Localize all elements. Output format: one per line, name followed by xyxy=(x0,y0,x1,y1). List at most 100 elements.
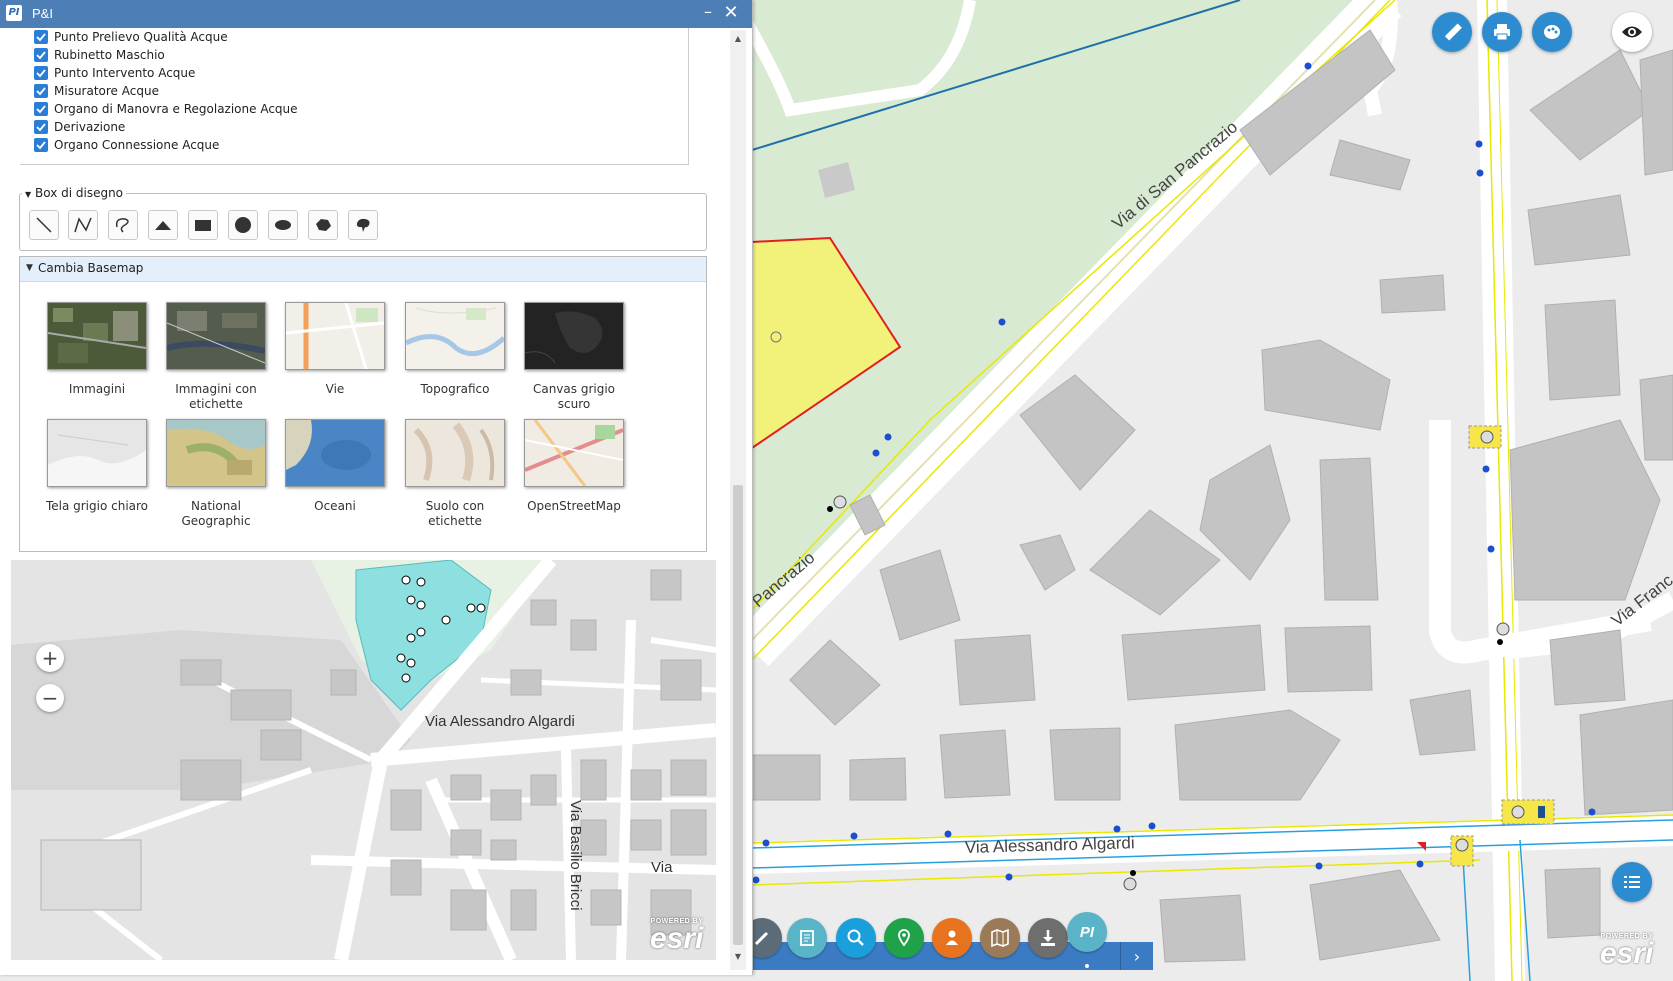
overview-street-label-bricci: Via Basilio Bricci xyxy=(567,800,584,911)
circle-tool-icon xyxy=(235,217,251,233)
layer-list-button[interactable] xyxy=(1612,862,1652,902)
dock-pi-button[interactable]: PI xyxy=(1067,912,1107,952)
basemap-item-topografico[interactable]: Topografico xyxy=(400,302,510,397)
draw-rectangle-button[interactable] xyxy=(188,210,218,240)
basemap-item-openstreetmap[interactable]: OpenStreetMap xyxy=(519,419,629,514)
basemap-label: Suolo con etichette xyxy=(425,499,485,528)
rectangle-tool-icon xyxy=(195,220,211,231)
draw-polyline-button[interactable] xyxy=(68,210,98,240)
basemap-button[interactable] xyxy=(1532,12,1572,52)
esri-logo-text: esri xyxy=(1600,937,1654,970)
basemap-thumbnail xyxy=(405,419,505,487)
dock-user-button[interactable] xyxy=(932,918,972,958)
scrollbar-thumb[interactable] xyxy=(733,485,743,945)
draw-freehand-polygon-button[interactable] xyxy=(348,210,378,240)
basemap-label: Topografico xyxy=(420,382,490,396)
pi-panel: PI P&I – ✕ Punto Prelievo Qualità Acque … xyxy=(0,0,753,975)
dock-next-button[interactable]: › xyxy=(1120,942,1153,970)
triangle-tool-icon xyxy=(155,221,171,230)
esri-attribution: POWERED BY esri xyxy=(1600,933,1654,970)
dock-identify-button[interactable] xyxy=(787,918,827,958)
draw-polygon-button[interactable] xyxy=(308,210,338,240)
basemap-label: Immagini xyxy=(68,382,126,396)
basemap-label: OpenStreetMap xyxy=(527,499,621,513)
basemap-item-canvas-scuro[interactable]: Canvas grigio scuro xyxy=(519,302,629,412)
layer-label: Misuratore Acque xyxy=(54,84,159,98)
draw-box-legend[interactable]: ▼ Box di disegno xyxy=(22,186,127,200)
caret-down-icon: ▼ xyxy=(26,263,33,273)
checkbox-checked-icon[interactable] xyxy=(34,138,48,152)
basemap-thumbnail xyxy=(285,419,385,487)
layer-row[interactable]: Punto Intervento Acque xyxy=(34,64,195,82)
dock-map-button[interactable] xyxy=(980,918,1020,958)
basemap-item-vie[interactable]: Vie xyxy=(280,302,390,397)
dock-search-button[interactable] xyxy=(836,918,876,958)
layer-row[interactable]: Rubinetto Maschio xyxy=(34,46,165,64)
polygon-tool-icon xyxy=(316,219,331,231)
location-icon xyxy=(898,929,910,947)
overview-map[interactable]: Via Alessandro Algardi Via Basilio Bricc… xyxy=(11,560,716,960)
layer-row[interactable]: Derivazione xyxy=(34,118,125,136)
basemap-item-grigio-chiaro[interactable]: Tela grigio chiaro xyxy=(42,419,152,514)
print-button[interactable] xyxy=(1482,12,1522,52)
chevron-right-icon: › xyxy=(1133,946,1141,966)
basemap-palette-icon xyxy=(1544,25,1560,39)
identify-icon xyxy=(800,930,814,946)
freehand-line-icon xyxy=(115,218,129,233)
close-icon[interactable]: ✕ xyxy=(722,3,740,23)
panel-titlebar: PI P&I – ✕ xyxy=(0,0,752,28)
layer-label: Derivazione xyxy=(54,120,126,134)
basemap-item-immagini[interactable]: Immagini xyxy=(42,302,152,397)
basemap-item-suolo[interactable]: Suolo con etichette xyxy=(400,419,510,529)
printer-icon xyxy=(1494,24,1510,41)
tools-icon xyxy=(754,931,769,946)
overview-street-label-via: Via xyxy=(651,859,673,876)
layer-row[interactable]: Organo di Manovra e Regolazione Acque xyxy=(34,100,298,118)
minimize-icon[interactable]: – xyxy=(700,4,716,22)
measure-button[interactable] xyxy=(1432,12,1472,52)
basemap-item-national-geographic[interactable]: National Geographic xyxy=(161,419,271,529)
layer-label: Punto Prelievo Qualità Acque xyxy=(54,30,228,44)
plus-icon: + xyxy=(41,646,59,670)
checkbox-checked-icon[interactable] xyxy=(34,84,48,98)
dock-download-button[interactable] xyxy=(1028,918,1068,958)
esri-logo-text: esri xyxy=(650,922,704,955)
draw-line-button[interactable] xyxy=(29,210,59,240)
layer-label: Organo Connessione Acque xyxy=(54,138,220,152)
basemap-thumbnail xyxy=(47,419,147,487)
scroll-up-icon[interactable]: ▲ xyxy=(730,34,746,46)
dock-page-indicator xyxy=(1085,964,1089,968)
checkbox-checked-icon[interactable] xyxy=(34,102,48,116)
basemap-item-oceani[interactable]: Oceani xyxy=(280,419,390,514)
draw-freehand-line-button[interactable] xyxy=(108,210,138,240)
layer-row[interactable]: Misuratore Acque xyxy=(34,82,159,100)
dock-location-button[interactable] xyxy=(884,918,924,958)
basemap-thumbnail xyxy=(405,302,505,370)
panel-scrollbar[interactable]: ▲ ▼ xyxy=(730,30,746,970)
basemap-label: National Geographic xyxy=(181,499,251,528)
minus-icon: − xyxy=(41,686,59,710)
freehand-polygon-icon xyxy=(356,218,370,232)
overview-street-label-algardi: Via Alessandro Algardi xyxy=(425,713,575,730)
visibility-button[interactable] xyxy=(1612,12,1652,52)
layer-row[interactable]: Punto Prelievo Qualità Acque xyxy=(34,28,228,46)
checkbox-checked-icon[interactable] xyxy=(34,30,48,44)
draw-triangle-button[interactable] xyxy=(148,210,178,240)
checkbox-checked-icon[interactable] xyxy=(34,66,48,80)
basemap-thumbnail xyxy=(47,302,147,370)
layer-list-icon xyxy=(1624,876,1640,888)
draw-ellipse-button[interactable] xyxy=(268,210,298,240)
download-icon xyxy=(1041,930,1055,946)
ruler-icon xyxy=(1444,23,1462,41)
scroll-down-icon[interactable]: ▼ xyxy=(730,952,746,964)
zoom-out-button[interactable]: − xyxy=(36,684,64,712)
basemap-item-immagini-etichette[interactable]: Immagini con etichette xyxy=(161,302,271,412)
layer-row[interactable]: Organo Connessione Acque xyxy=(34,136,219,154)
checkbox-checked-icon[interactable] xyxy=(34,120,48,134)
draw-circle-button[interactable] xyxy=(228,210,258,240)
checkbox-checked-icon[interactable] xyxy=(34,48,48,62)
layer-label: Punto Intervento Acque xyxy=(54,66,196,80)
map-icon xyxy=(991,928,1009,948)
zoom-in-button[interactable]: + xyxy=(36,644,64,672)
basemap-gallery-header[interactable]: ▼ Cambia Basemap xyxy=(20,257,706,282)
